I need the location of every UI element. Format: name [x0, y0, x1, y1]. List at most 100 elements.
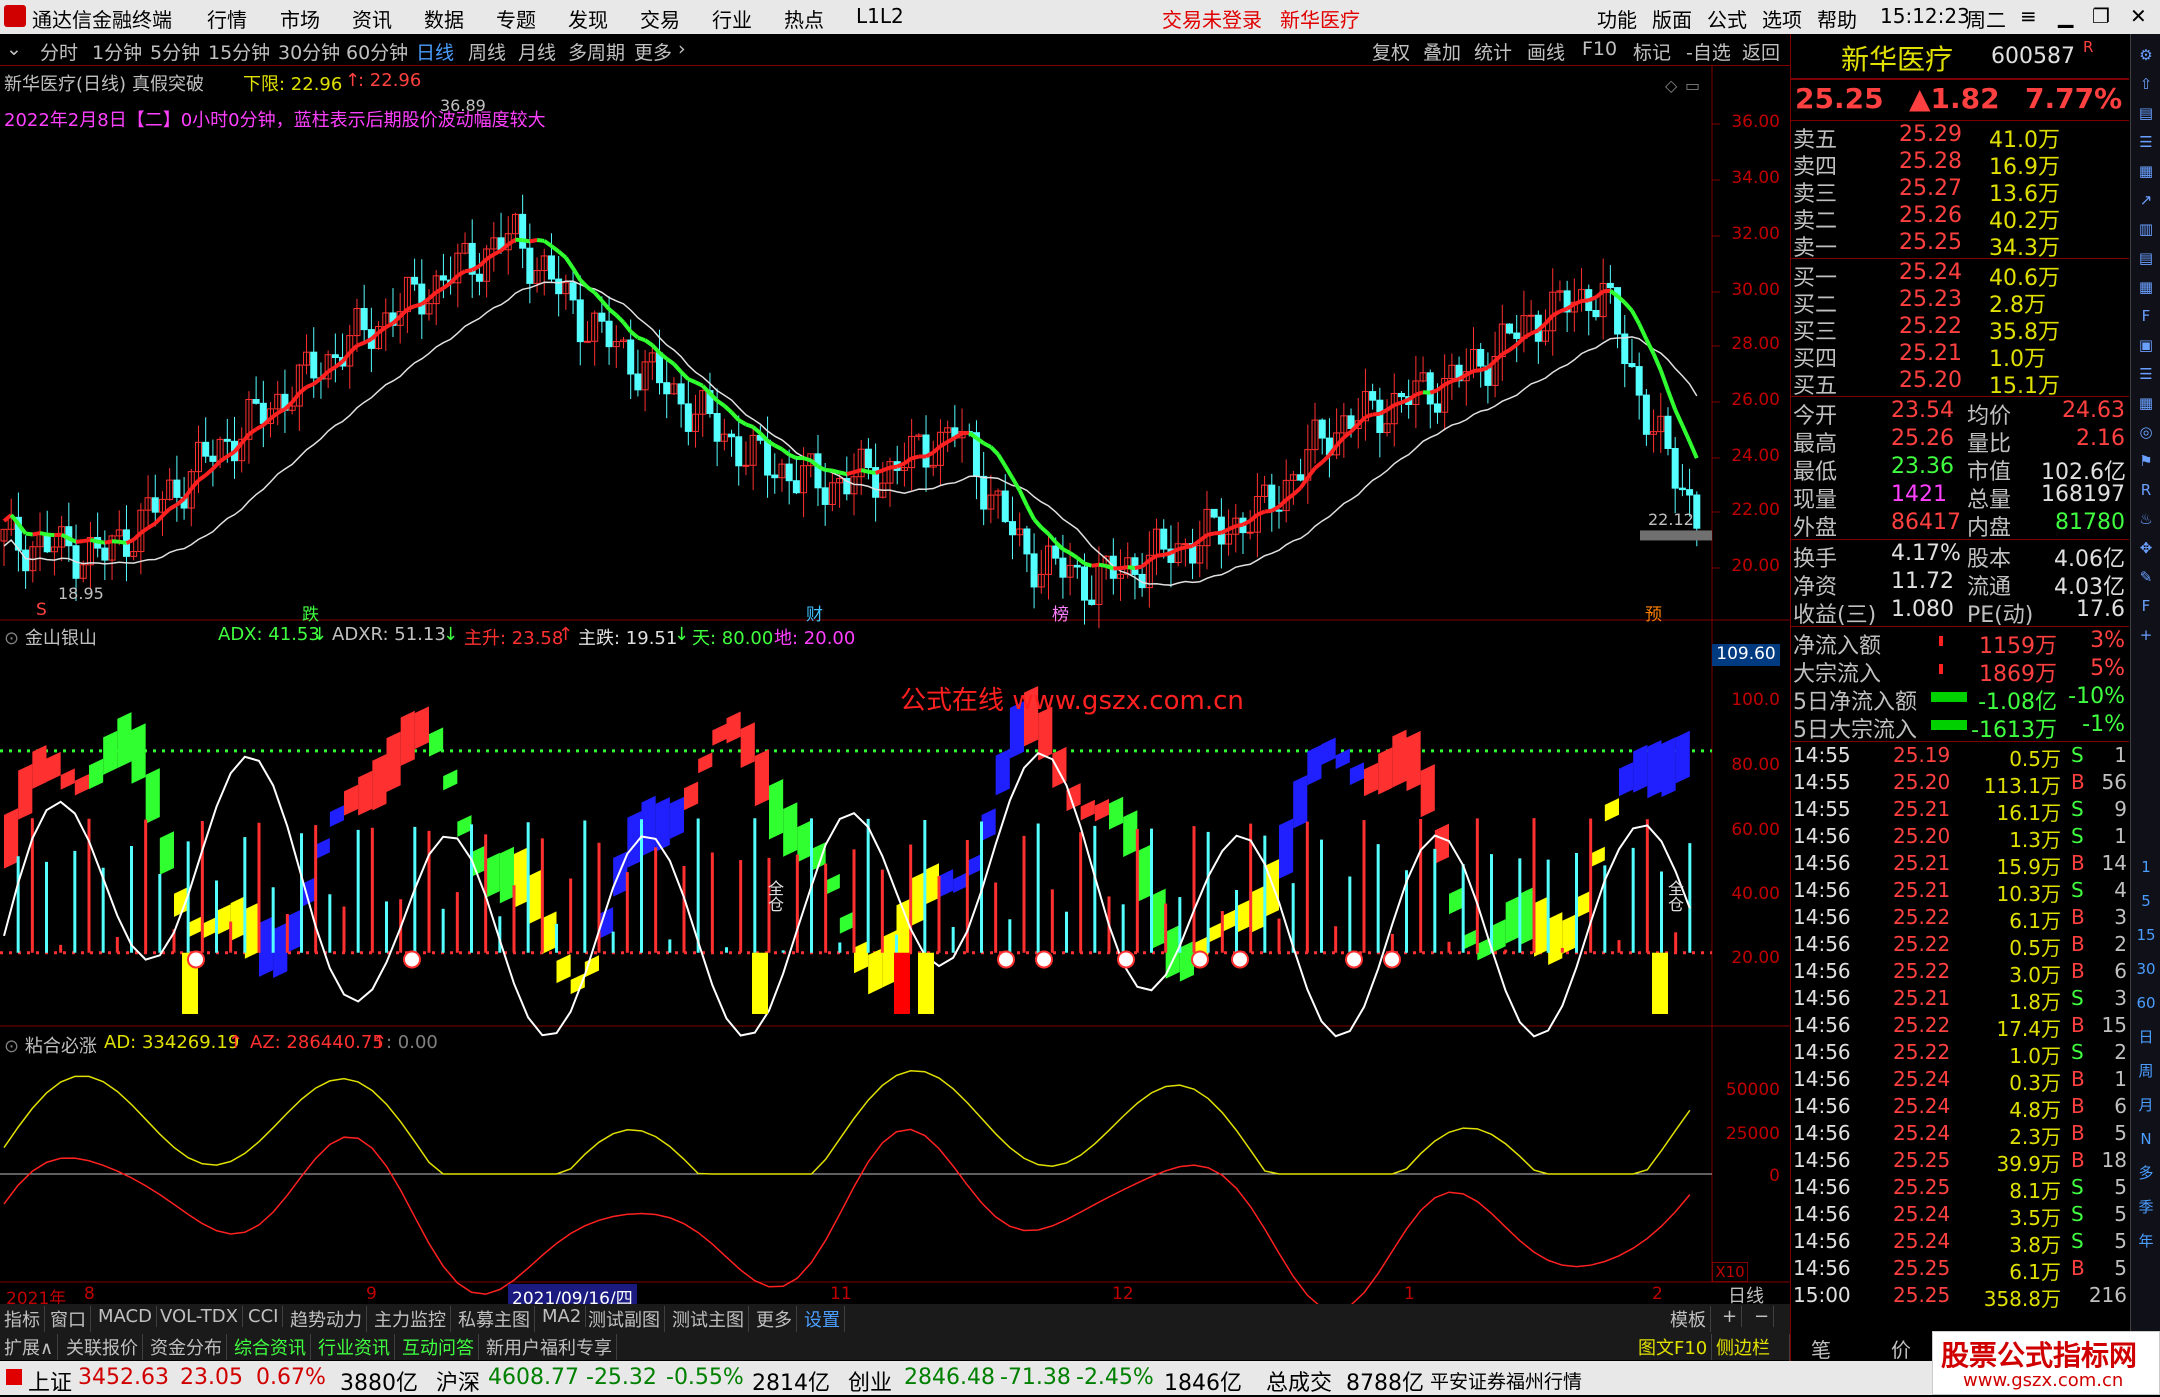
period-5min[interactable]: 5分钟	[150, 38, 200, 65]
tab-cci[interactable]: CCI	[244, 1306, 283, 1327]
menu-item-shichang[interactable]: 市场	[280, 4, 320, 33]
line-icon[interactable]: ↗	[2133, 187, 2159, 213]
period-60min[interactable]: 60分钟	[346, 38, 408, 65]
move-icon[interactable]: ✥	[2133, 535, 2159, 561]
tab-simu[interactable]: 私募主图	[454, 1306, 535, 1332]
tool-biaoji[interactable]: 标记	[1633, 38, 1671, 65]
menu-item-jiaoyi[interactable]: 交易	[640, 4, 680, 33]
rsi-icon[interactable]: R	[2133, 477, 2159, 503]
info-icon[interactable]: ▤	[2133, 245, 2159, 271]
x10-label[interactable]: X10	[1712, 1262, 1748, 1282]
collapse-icon[interactable]: ⊙	[4, 1036, 19, 1057]
hs-label[interactable]: 沪深	[436, 1365, 480, 1397]
menu-item-banmian[interactable]: 版面	[1652, 4, 1692, 33]
template-button[interactable]: 模板	[1666, 1306, 1711, 1332]
sidebar-period-2[interactable]: 15	[2133, 922, 2159, 948]
diamond-icon[interactable]: ◇	[1665, 76, 1677, 95]
menu-item-hangye[interactable]: 行业	[712, 4, 752, 33]
news-icon[interactable]: ☰	[2133, 361, 2159, 387]
tab-zhibiao[interactable]: 指标	[0, 1306, 45, 1332]
pen-icon[interactable]: ✎	[2133, 564, 2159, 590]
period-month[interactable]: 月线	[518, 38, 556, 65]
period-15min[interactable]: 15分钟	[208, 38, 270, 65]
period-week[interactable]: 周线	[468, 38, 506, 65]
sidebar-period-6[interactable]: 周	[2133, 1058, 2159, 1084]
period-day[interactable]: 日线	[416, 38, 454, 65]
sidebar-period-5[interactable]: 日	[2133, 1024, 2159, 1050]
chart-area[interactable]	[0, 66, 1790, 1304]
fs-icon2[interactable]: F	[2133, 593, 2159, 619]
restore-icon[interactable]: ❐	[2092, 4, 2110, 28]
tab-zijin[interactable]: 资金分布	[146, 1334, 227, 1360]
menu-item-zhuanti[interactable]: 专题	[496, 4, 536, 33]
period-1min[interactable]: 1分钟	[92, 38, 142, 65]
period-more[interactable]: 更多	[634, 38, 672, 65]
list-icon[interactable]: ☰	[2133, 129, 2159, 155]
tab-guanlian[interactable]: 关联报价	[62, 1334, 143, 1360]
menu-item-zixun[interactable]: 资讯	[352, 4, 392, 33]
cal-icon[interactable]: ▣	[2133, 332, 2159, 358]
collapse-icon[interactable]: ⌄	[6, 38, 22, 60]
remove-button[interactable]: −	[1750, 1306, 1774, 1327]
tab-xinyonghu[interactable]: 新用户福利专享	[482, 1334, 617, 1360]
plus-icon[interactable]: +	[2133, 622, 2159, 648]
tab-ceshi-zhutu[interactable]: 测试主图	[668, 1306, 749, 1332]
menu-item-gongneng[interactable]: 功能	[1597, 4, 1637, 33]
login-status[interactable]: 交易未登录	[1162, 4, 1262, 33]
tab-hangye[interactable]: 行业资讯	[314, 1334, 395, 1360]
indicator2-title[interactable]: ⊙ 粘合必涨	[4, 1032, 97, 1058]
period-fenshi[interactable]: 分时	[40, 38, 78, 65]
tool-zixuan[interactable]: -自选	[1686, 38, 1731, 65]
sidebar-period-8[interactable]: N	[2133, 1126, 2159, 1152]
bar-icon[interactable]: ▦	[2133, 158, 2159, 184]
menu-item-shuju[interactable]: 数据	[424, 4, 464, 33]
doc-icon[interactable]: ▦	[2133, 274, 2159, 300]
menu-icon[interactable]: ≡	[2020, 4, 2037, 28]
tool-f10[interactable]: F10	[1582, 38, 1617, 60]
sidebar-period-3[interactable]: 30	[2133, 956, 2159, 982]
menu-item-faxian[interactable]: 发现	[568, 4, 608, 33]
tab-settings[interactable]: 设置	[800, 1306, 845, 1332]
tab-qushi[interactable]: 趋势动力	[286, 1306, 367, 1332]
tab-macd[interactable]: MACD	[94, 1306, 157, 1327]
collapse-icon[interactable]: ⊙	[4, 628, 19, 649]
grid-icon[interactable]: ▥	[2133, 216, 2159, 242]
panel-tab-1[interactable]: 价	[1891, 1334, 1911, 1363]
tab-zhuli[interactable]: 主力监控	[370, 1306, 451, 1332]
fin-icon[interactable]: F	[2133, 303, 2159, 329]
period-30min[interactable]: 30分钟	[278, 38, 340, 65]
minimize-icon[interactable]: ▁	[2058, 4, 2073, 28]
indicator-name[interactable]: 真假突破	[132, 70, 204, 96]
sidebar-period-11[interactable]: 年	[2133, 1228, 2159, 1254]
flame-icon[interactable]: ♨	[2133, 506, 2159, 532]
chart-icon[interactable]: ▤	[2133, 100, 2159, 126]
tool-huaxian[interactable]: 画线	[1527, 38, 1565, 65]
menu-item-hangqing[interactable]: 行情	[207, 4, 247, 33]
tab-hudong[interactable]: 互动问答	[398, 1334, 479, 1360]
sidebar-period-9[interactable]: 多	[2133, 1160, 2159, 1186]
menu-item-l1l2[interactable]: L1L2	[856, 4, 904, 28]
tab-more[interactable]: 更多	[752, 1306, 797, 1332]
up-icon[interactable]: ⇧	[2133, 71, 2159, 97]
tab-zonghe[interactable]: 综合资讯	[230, 1334, 311, 1360]
indicator1-title[interactable]: ⊙ 金山银山	[4, 624, 97, 650]
tab-ceshi-futu[interactable]: 测试副图	[584, 1306, 665, 1332]
sh-label[interactable]: 上证	[28, 1365, 72, 1397]
sidebar-period-10[interactable]: 季	[2133, 1194, 2159, 1220]
sidebar-period-0[interactable]: 1	[2133, 854, 2159, 880]
tool-diejia[interactable]: 叠加	[1423, 38, 1461, 65]
sidebar-period-4[interactable]: 60	[2133, 990, 2159, 1016]
sidebar-period-7[interactable]: 月	[2133, 1092, 2159, 1118]
period-multi[interactable]: 多周期	[568, 38, 625, 65]
fs-icon[interactable]: ▦	[2133, 390, 2159, 416]
chevron-right-icon[interactable]: ›	[678, 38, 686, 60]
tool-fanhui[interactable]: 返回	[1742, 38, 1780, 65]
tab-vol-tdx[interactable]: VOL-TDX	[156, 1306, 243, 1327]
panel-tab-0[interactable]: 笔	[1811, 1334, 1831, 1363]
tab-f10[interactable]: 图文F10	[1634, 1334, 1712, 1360]
menu-item-redian[interactable]: 热点	[784, 4, 824, 33]
add-button[interactable]: +	[1718, 1306, 1742, 1327]
tab-chuangkou[interactable]: 窗口	[46, 1306, 91, 1332]
tool-tongji[interactable]: 统计	[1474, 38, 1512, 65]
flag-icon[interactable]: ⚑	[2133, 448, 2159, 474]
